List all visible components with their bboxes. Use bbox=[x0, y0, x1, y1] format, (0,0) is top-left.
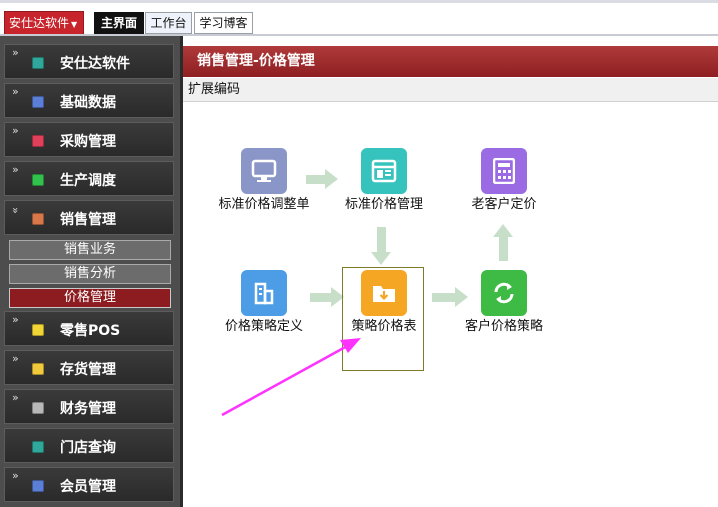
annotation-arrow bbox=[221, 338, 361, 417]
